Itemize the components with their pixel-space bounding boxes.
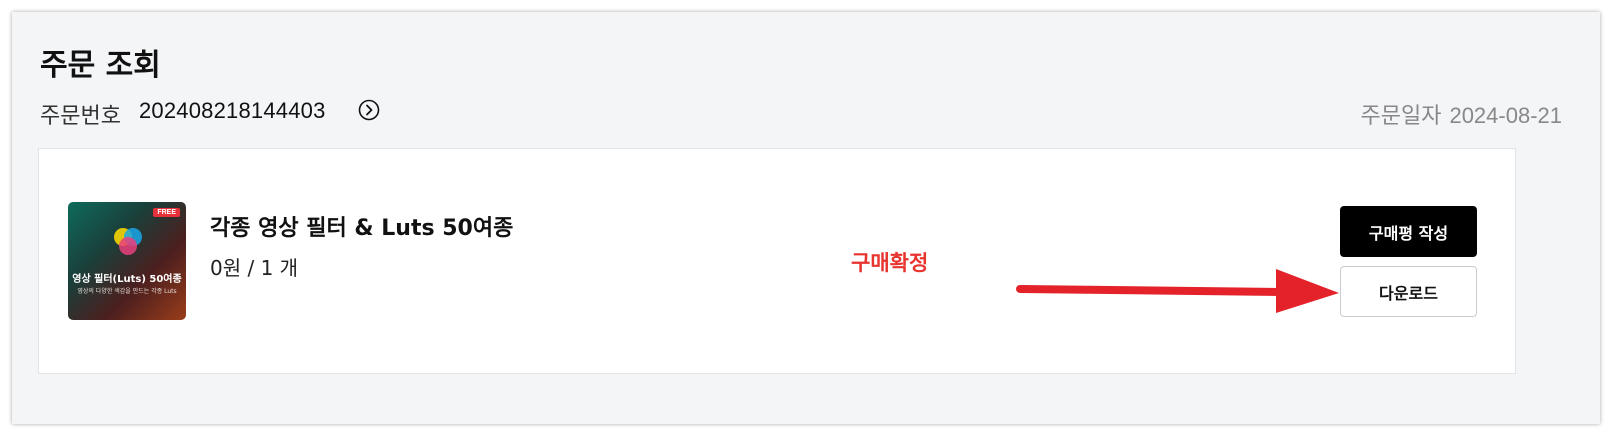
order-date-value: 2024-08-21: [1449, 103, 1562, 128]
download-button[interactable]: 다운로드: [1340, 266, 1477, 317]
order-item-card: FREE 영상 필터(Luts) 50여종 영상의 다양한 색감을 만드는 각종…: [38, 148, 1516, 374]
color-circles-icon: [114, 228, 142, 255]
order-status: 구매확정: [851, 251, 929, 275]
order-number: 202408218144403: [139, 98, 326, 123]
free-badge: FREE: [153, 208, 180, 217]
order-date-label: 주문일자: [1360, 104, 1442, 129]
write-review-button[interactable]: 구매평 작성: [1340, 206, 1477, 257]
red-arrow-icon: [1016, 269, 1339, 313]
product-thumbnail[interactable]: FREE 영상 필터(Luts) 50여종 영상의 다양한 색감을 만드는 각종…: [68, 202, 186, 320]
order-number-label: 주문번호: [40, 104, 121, 129]
page-title: 주문 조회: [40, 48, 161, 83]
product-price-quantity: 0원 / 1 개: [210, 256, 299, 280]
thumbnail-title: 영상 필터(Luts) 50여종: [72, 274, 182, 285]
thumbnail-subtitle: 영상의 다양한 색감을 만드는 각종 Luts: [77, 288, 177, 295]
product-title[interactable]: 각종 영상 필터 & Luts 50여종: [210, 210, 513, 242]
order-date: 주문일자 2024-08-21: [1360, 98, 1562, 130]
chevron-right-circle-icon[interactable]: [358, 99, 380, 121]
order-lookup-panel: 주문 조회 주문번호 202408218144403 주문일자 2024-08-2…: [12, 12, 1600, 424]
order-info-row: 주문번호 202408218144403 주문일자 2024-08-21: [40, 98, 1572, 129]
